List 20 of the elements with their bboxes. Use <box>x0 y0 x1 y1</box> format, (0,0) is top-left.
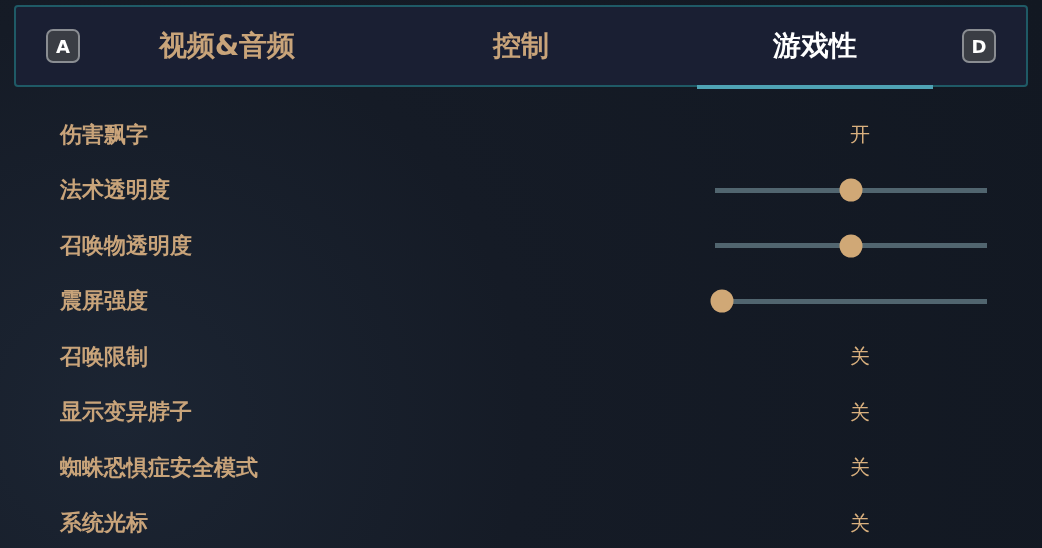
key-hint: A <box>46 29 80 63</box>
toggle-value[interactable]: 关 <box>850 509 870 537</box>
setting-label: 蜘蛛恐惧症安全模式 <box>60 453 259 482</box>
slider-thumb[interactable] <box>839 234 863 258</box>
key-hint: D <box>962 29 996 63</box>
setting-label: 显示变异脖子 <box>60 398 193 427</box>
setting-label: 震屏强度 <box>60 287 149 316</box>
toggle-value[interactable]: 关 <box>850 398 870 426</box>
setting-label: 伤害飘字 <box>60 120 149 149</box>
setting-label: 系统光标 <box>60 509 149 538</box>
tab[interactable]: 控制 <box>374 7 668 85</box>
setting-label: 召唤物透明度 <box>60 231 193 260</box>
toggle-value[interactable]: 关 <box>850 454 870 482</box>
toggle-value[interactable]: 关 <box>850 343 870 371</box>
slider-thumb[interactable] <box>839 178 863 202</box>
setting-label: 法术透明度 <box>60 176 171 205</box>
toggle-value[interactable]: 开 <box>850 121 870 149</box>
setting-label: 召唤限制 <box>60 342 149 371</box>
tab[interactable]: 视频&音频 <box>80 7 374 85</box>
slider-thumb[interactable] <box>710 289 734 313</box>
